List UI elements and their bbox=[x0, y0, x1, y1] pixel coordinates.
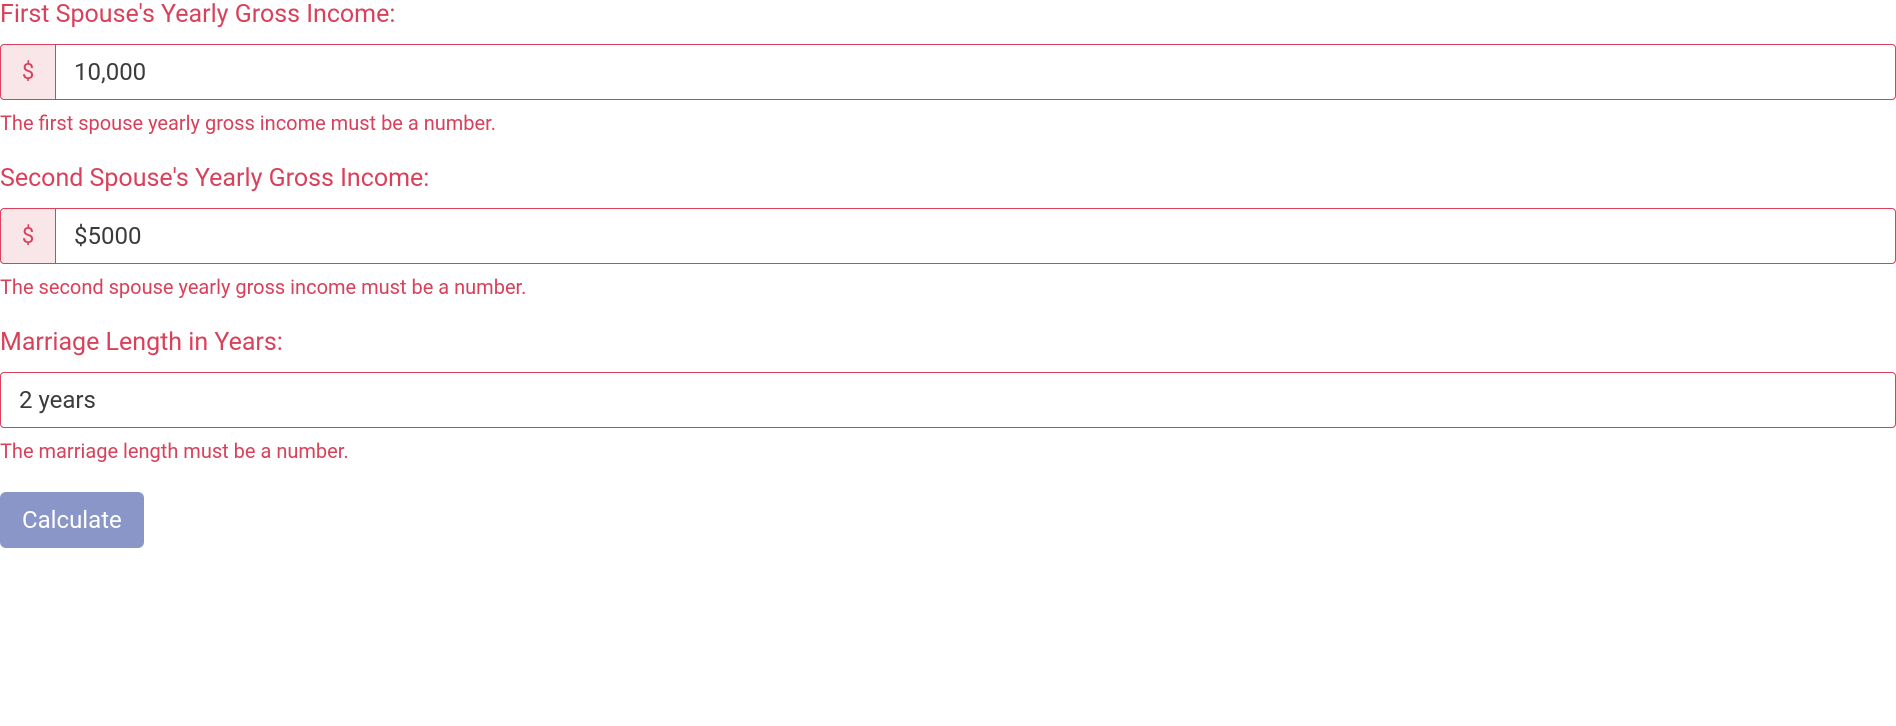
spouse1-input-row: $ bbox=[0, 44, 1896, 100]
dollar-icon: $ bbox=[0, 44, 56, 100]
spouse2-label: Second Spouse's Yearly Gross Income: bbox=[0, 164, 1896, 194]
spouse1-label: First Spouse's Yearly Gross Income: bbox=[0, 0, 1896, 30]
marriage-length-error-text: The marriage length must be a number. bbox=[0, 438, 1896, 464]
spouse2-income-input[interactable] bbox=[56, 208, 1896, 264]
alimony-calculator-form: First Spouse's Yearly Gross Income: $ Th… bbox=[0, 0, 1896, 548]
spouse2-input-row: $ bbox=[0, 208, 1896, 264]
dollar-icon: $ bbox=[0, 208, 56, 264]
marriage-length-input[interactable] bbox=[0, 372, 1896, 428]
marriage-length-input-row bbox=[0, 372, 1896, 428]
calculate-button[interactable]: Calculate bbox=[0, 492, 144, 548]
spouse2-error-text: The second spouse yearly gross income mu… bbox=[0, 274, 1896, 300]
spouse2-group: Second Spouse's Yearly Gross Income: $ T… bbox=[0, 164, 1896, 300]
spouse1-group: First Spouse's Yearly Gross Income: $ Th… bbox=[0, 0, 1896, 136]
marriage-length-group: Marriage Length in Years: The marriage l… bbox=[0, 328, 1896, 464]
spouse1-error-text: The first spouse yearly gross income mus… bbox=[0, 110, 1896, 136]
spouse1-income-input[interactable] bbox=[56, 44, 1896, 100]
marriage-length-label: Marriage Length in Years: bbox=[0, 328, 1896, 358]
